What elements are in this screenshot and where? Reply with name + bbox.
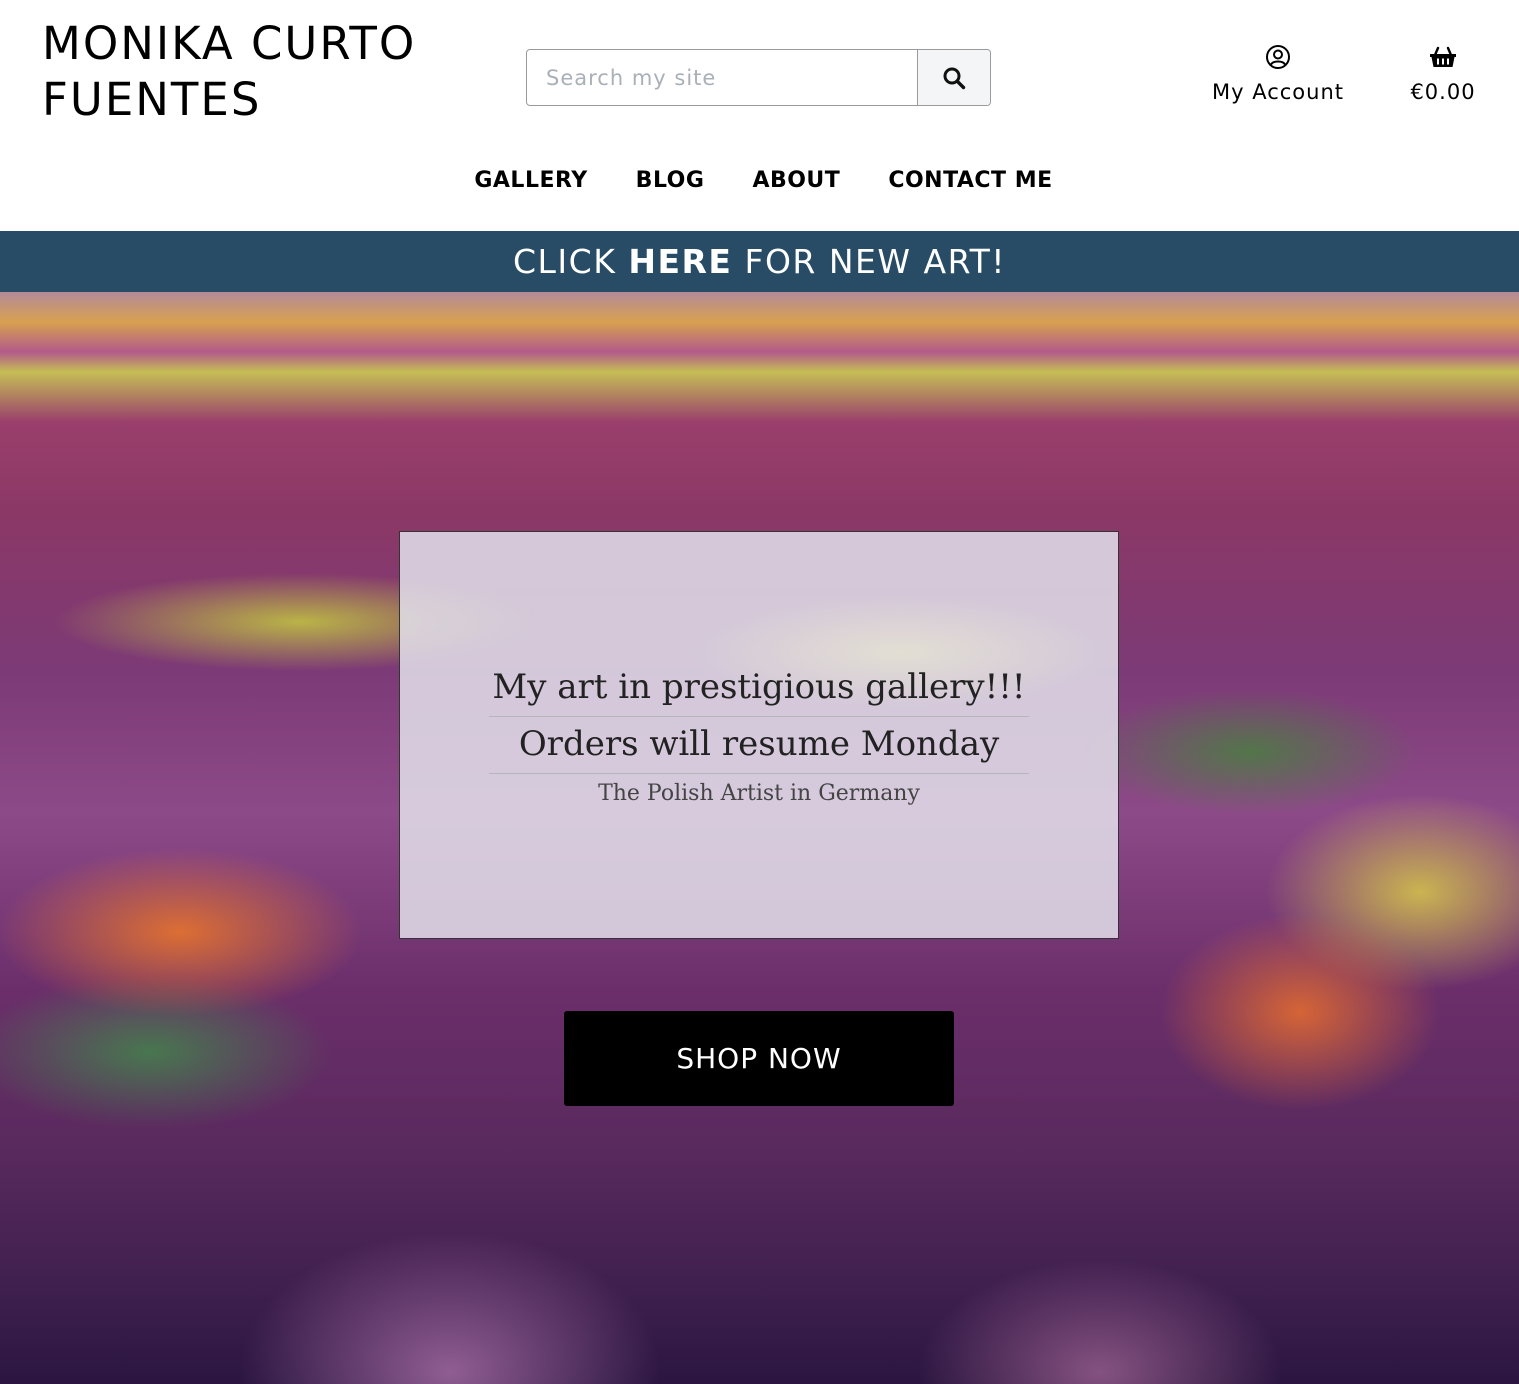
site-brand[interactable]: MONIKA CURTO FUENTES	[42, 16, 482, 128]
hero-message-card: My art in prestigious gallery!!! Orders …	[399, 531, 1119, 939]
banner-here-link[interactable]: HERE	[628, 242, 732, 281]
banner-prefix: CLICK	[513, 242, 629, 281]
nav-gallery[interactable]: GALLERY	[474, 168, 587, 193]
basket-icon	[1398, 42, 1488, 72]
search-icon	[943, 67, 966, 89]
hero-section: My art in prestigious gallery!!! Orders …	[0, 292, 1519, 1384]
brand-line-2: FUENTES	[42, 73, 262, 126]
hero-headline: My art in prestigious gallery!!!	[489, 660, 1029, 717]
shop-now-button[interactable]: SHOP NOW	[564, 1011, 954, 1106]
search-form	[526, 49, 991, 106]
search-button[interactable]	[917, 50, 990, 105]
brand-line-1: MONIKA CURTO	[42, 17, 417, 70]
my-account-label: My Account	[1211, 80, 1344, 104]
user-circle-icon	[1205, 42, 1351, 72]
hero-subheadline: Orders will resume Monday	[489, 717, 1029, 774]
new-art-banner[interactable]: CLICK HERE FOR NEW ART!	[0, 231, 1519, 292]
nav-blog[interactable]: BLOG	[636, 168, 705, 193]
cart-total: €0.00	[1410, 80, 1476, 104]
hero-tagline: The Polish Artist in Germany	[598, 781, 920, 806]
nav-about[interactable]: ABOUT	[752, 168, 840, 193]
site-header: MONIKA CURTO FUENTES My Account	[0, 0, 1519, 231]
main-nav: GALLERY BLOG ABOUT CONTACT ME	[0, 168, 1519, 193]
cart-link[interactable]: €0.00	[1398, 42, 1488, 104]
nav-contact-me[interactable]: CONTACT ME	[888, 168, 1052, 193]
search-input[interactable]	[527, 50, 917, 105]
my-account-link[interactable]: My Account	[1205, 42, 1351, 104]
banner-suffix: FOR NEW ART!	[732, 242, 1006, 281]
